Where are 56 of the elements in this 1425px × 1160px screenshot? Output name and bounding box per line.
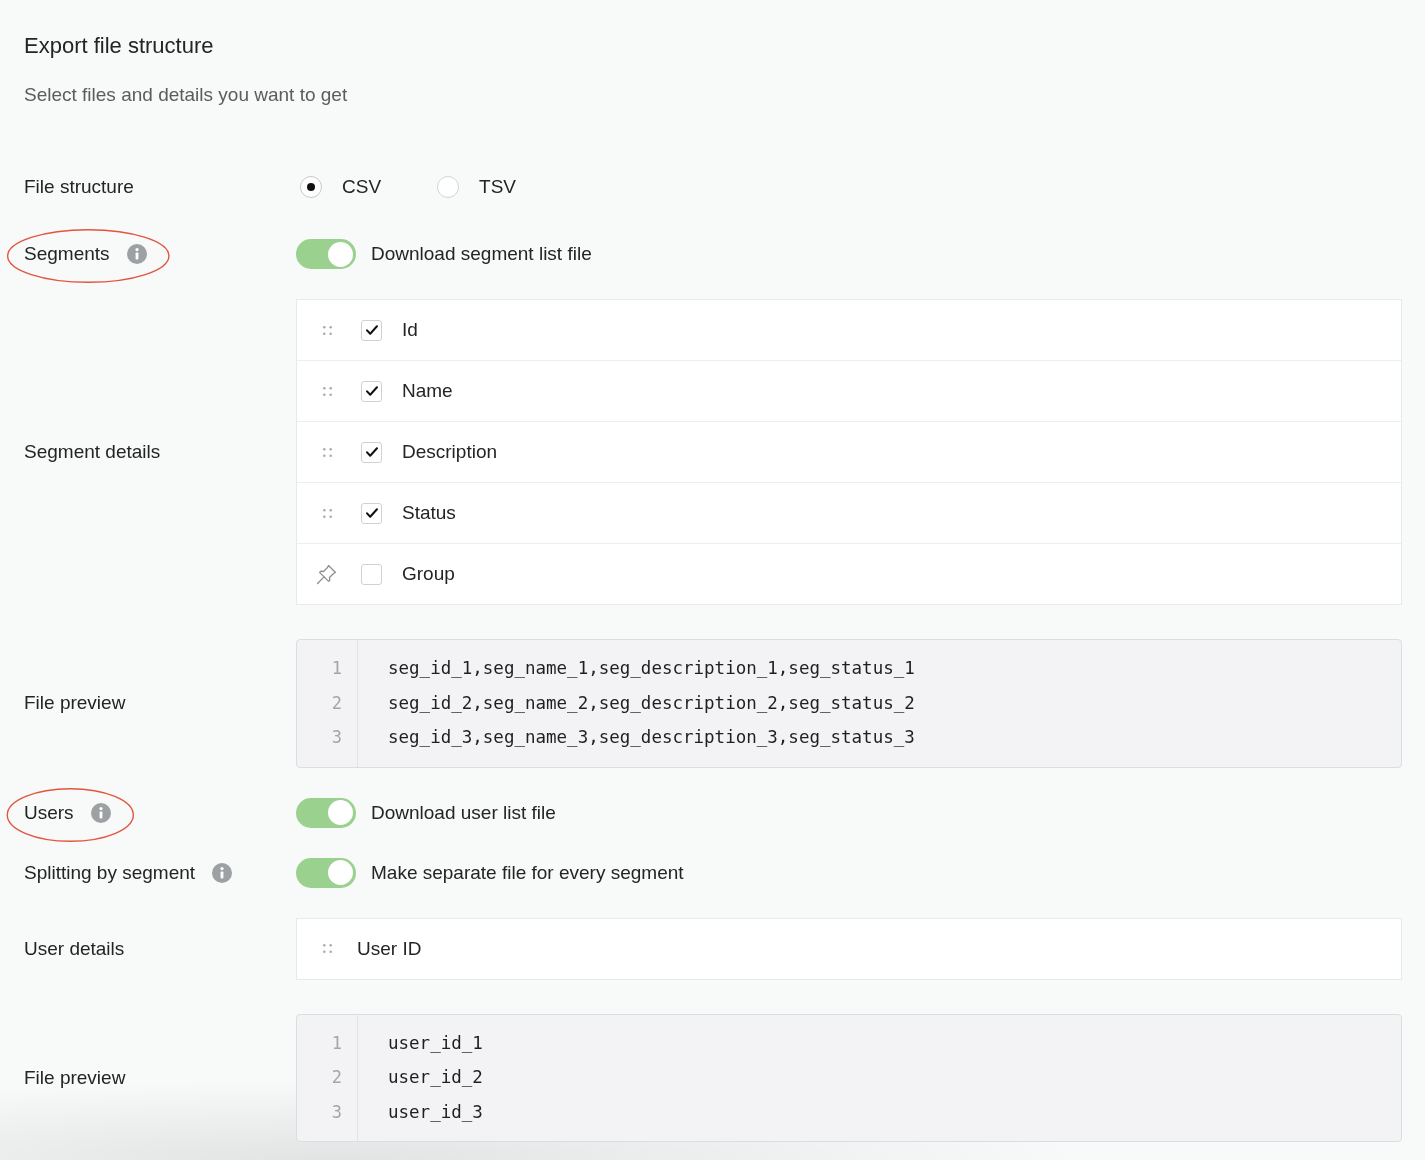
toggle-switch[interactable] xyxy=(296,857,356,888)
checkbox[interactable] xyxy=(361,319,382,341)
checkbox[interactable] xyxy=(361,502,382,524)
page-subtitle: Select files and details you want to get xyxy=(24,83,348,107)
field-label: File structure xyxy=(24,175,134,199)
toggle-label: Make separate file for every segment xyxy=(371,860,684,885)
pin-icon[interactable] xyxy=(316,563,338,585)
line-number: 2 xyxy=(331,691,343,715)
code-line: user_id_1 xyxy=(388,1031,483,1055)
code-line: user_id_3 xyxy=(388,1100,483,1124)
line-number: 1 xyxy=(331,1031,343,1055)
drag-handle-icon[interactable] xyxy=(322,508,332,518)
info-icon[interactable] xyxy=(126,244,147,264)
checkmark-icon xyxy=(365,386,378,396)
line-number: 3 xyxy=(331,1100,343,1124)
toggle-label: Download segment list file xyxy=(371,242,592,266)
field-label: User details xyxy=(24,936,125,961)
list-item-label: Description xyxy=(402,440,498,464)
list-item-label: Status xyxy=(402,501,456,525)
checkbox[interactable] xyxy=(361,380,382,402)
list-item-label: Id xyxy=(402,318,418,342)
checkbox[interactable] xyxy=(361,563,382,585)
drag-handle-icon[interactable] xyxy=(322,447,332,457)
list-item-label: Name xyxy=(402,379,453,403)
field-label: Segment details xyxy=(24,440,161,464)
checkbox[interactable] xyxy=(361,441,382,463)
info-icon[interactable] xyxy=(212,862,233,883)
field-label: Users xyxy=(24,800,74,825)
radio-label[interactable]: CSV xyxy=(342,175,382,199)
checkmark-icon xyxy=(365,447,378,457)
code-line: user_id_2 xyxy=(388,1066,483,1089)
drag-handle-icon[interactable] xyxy=(322,386,332,396)
radio-button[interactable] xyxy=(437,176,460,198)
info-icon[interactable] xyxy=(90,802,111,823)
field-label: Segments xyxy=(24,242,110,266)
checkmark-icon xyxy=(365,508,378,518)
field-label: File preview xyxy=(24,1065,126,1090)
list-item-label: User ID xyxy=(357,936,422,961)
code-line: seg_id_1,seg_name_1,seg_description_1,seg_status_1 xyxy=(388,657,915,680)
line-number: 2 xyxy=(331,1066,343,1089)
drag-handle-icon[interactable] xyxy=(322,325,332,335)
radio-button[interactable] xyxy=(300,176,322,198)
toggle-switch[interactable] xyxy=(296,797,356,828)
list-item-label: Group xyxy=(402,562,455,586)
field-label: File preview xyxy=(24,691,126,716)
toggle-switch[interactable] xyxy=(296,239,356,269)
line-number: 1 xyxy=(331,657,343,680)
code-line: seg_id_2,seg_name_2,seg_description_2,seg_status_2 xyxy=(388,691,915,715)
checkmark-icon xyxy=(365,325,378,335)
code-line: seg_id_3,seg_name_3,seg_description_3,seg_status_3 xyxy=(388,726,915,749)
radio-label[interactable]: TSV xyxy=(479,175,517,199)
toggle-label: Download user list file xyxy=(371,800,556,825)
page-title: Export file structure xyxy=(24,32,214,60)
line-number: 3 xyxy=(331,726,343,749)
field-label: Splitting by segment xyxy=(24,860,196,885)
drag-handle-icon[interactable] xyxy=(322,944,332,953)
